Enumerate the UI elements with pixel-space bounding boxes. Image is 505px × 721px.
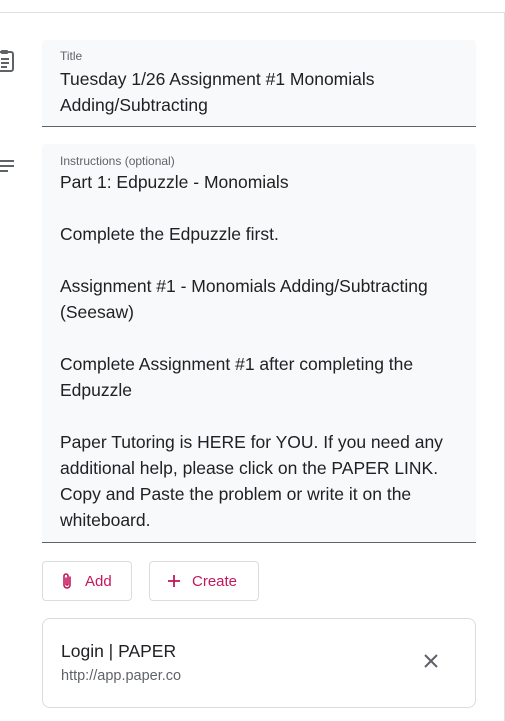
instructions-line: Complete the Edpuzzle first.	[60, 224, 279, 244]
title-value[interactable]: Tuesday 1/26 Assignment #1 Monomials Add…	[60, 66, 458, 118]
add-button-label: Add	[85, 572, 112, 590]
instructions-line: Paper Tutoring is HERE for YOU. If you n…	[60, 432, 443, 452]
instructions-value[interactable]: Part 1: Edpuzzle - Monomials Complete th…	[60, 169, 458, 533]
title-line: Adding/Subtracting	[60, 95, 208, 115]
notes-lines-icon	[0, 157, 16, 179]
instructions-line: Part 1: Edpuzzle - Monomials	[60, 172, 289, 192]
title-label: Title	[60, 49, 83, 63]
instructions-line	[60, 403, 458, 429]
instructions-line: whiteboard.	[60, 510, 151, 530]
attachment-title: Login | PAPER	[61, 641, 177, 661]
instructions-line: Assignment #1 - Monomials Adding/Subtrac…	[60, 276, 428, 296]
instructions-line	[60, 247, 458, 273]
close-icon	[423, 653, 439, 674]
instructions-line: additional help, please click on the PAP…	[60, 458, 439, 478]
instructions-label: Instructions (optional)	[60, 154, 175, 168]
title-field[interactable]: Title Tuesday 1/26 Assignment #1 Monomia…	[42, 40, 476, 127]
create-button[interactable]: Create	[149, 561, 259, 601]
instructions-line	[60, 195, 458, 221]
create-button-label: Create	[192, 572, 238, 590]
title-line: Tuesday 1/26 Assignment #1 Monomials	[60, 69, 375, 89]
instructions-field[interactable]: Instructions (optional) Part 1: Edpuzzle…	[42, 144, 476, 543]
instructions-line	[60, 325, 458, 351]
paperclip-icon	[59, 571, 75, 591]
instructions-line: (Seesaw)	[60, 302, 134, 322]
add-button[interactable]: Add	[42, 561, 132, 601]
instructions-line: Edpuzzle	[60, 380, 132, 400]
instructions-line: Copy and Paste the problem or write it o…	[60, 484, 412, 504]
clipboard-icon	[0, 50, 16, 72]
assignment-editor: Title Tuesday 1/26 Assignment #1 Monomia…	[0, 0, 505, 721]
plus-icon	[166, 571, 182, 591]
link-attachment-card[interactable]: Login | PAPER http://app.paper.co	[42, 618, 476, 708]
attachment-url: http://app.paper.co	[61, 668, 182, 684]
instructions-line: Complete Assignment #1 after completing …	[60, 354, 414, 374]
top-divider	[0, 12, 505, 13]
remove-attachment-button[interactable]	[417, 649, 445, 677]
